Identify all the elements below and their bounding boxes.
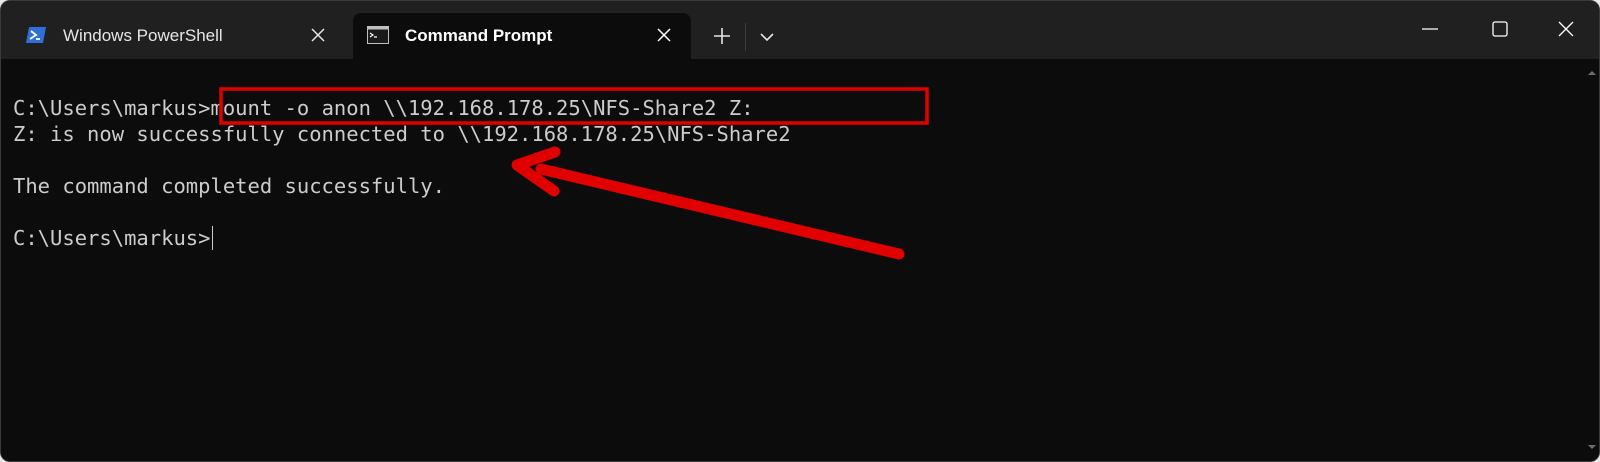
vertical-scrollbar[interactable] bbox=[1583, 59, 1599, 461]
tab-label-command-prompt: Command Prompt bbox=[405, 26, 553, 45]
title-bar: Windows PowerShell Command Prompt bbox=[1, 1, 1599, 59]
close-window-button[interactable] bbox=[1541, 11, 1591, 47]
prompt-line: C:\Users\markus> bbox=[13, 225, 214, 251]
output-line: Z: is now successfully connected to \\19… bbox=[13, 122, 791, 146]
tab-label-powershell: Windows PowerShell bbox=[63, 26, 223, 45]
command-line: C:\Users\markus>mount -o anon \\192.168.… bbox=[13, 95, 754, 121]
close-icon[interactable] bbox=[655, 26, 673, 44]
tab-windows-powershell[interactable]: Windows PowerShell bbox=[11, 13, 345, 59]
tab-command-prompt[interactable]: Command Prompt bbox=[353, 13, 691, 59]
maximize-button[interactable] bbox=[1475, 11, 1525, 47]
scroll-up-icon[interactable] bbox=[1588, 69, 1596, 77]
prompt-text: C:\Users\markus> bbox=[13, 96, 211, 120]
tab-divider bbox=[745, 23, 746, 51]
close-icon[interactable] bbox=[309, 26, 327, 44]
text-cursor bbox=[212, 226, 214, 250]
powershell-icon bbox=[26, 27, 46, 43]
output-line: The command completed successfully. bbox=[13, 174, 445, 198]
command-text: mount -o anon \\192.168.178.25\NFS-Share… bbox=[210, 96, 754, 120]
terminal-output[interactable]: C:\Users\markus>mount -o anon \\192.168.… bbox=[1, 59, 1583, 461]
prompt-text: C:\Users\markus> bbox=[13, 226, 211, 250]
cmd-icon bbox=[367, 26, 389, 44]
tab-dropdown-button[interactable] bbox=[753, 23, 781, 51]
scroll-down-icon[interactable] bbox=[1588, 443, 1596, 451]
terminal-window: Windows PowerShell Command Prompt C:\Use… bbox=[0, 0, 1600, 462]
minimize-button[interactable] bbox=[1405, 11, 1455, 47]
new-tab-button[interactable] bbox=[707, 21, 737, 51]
